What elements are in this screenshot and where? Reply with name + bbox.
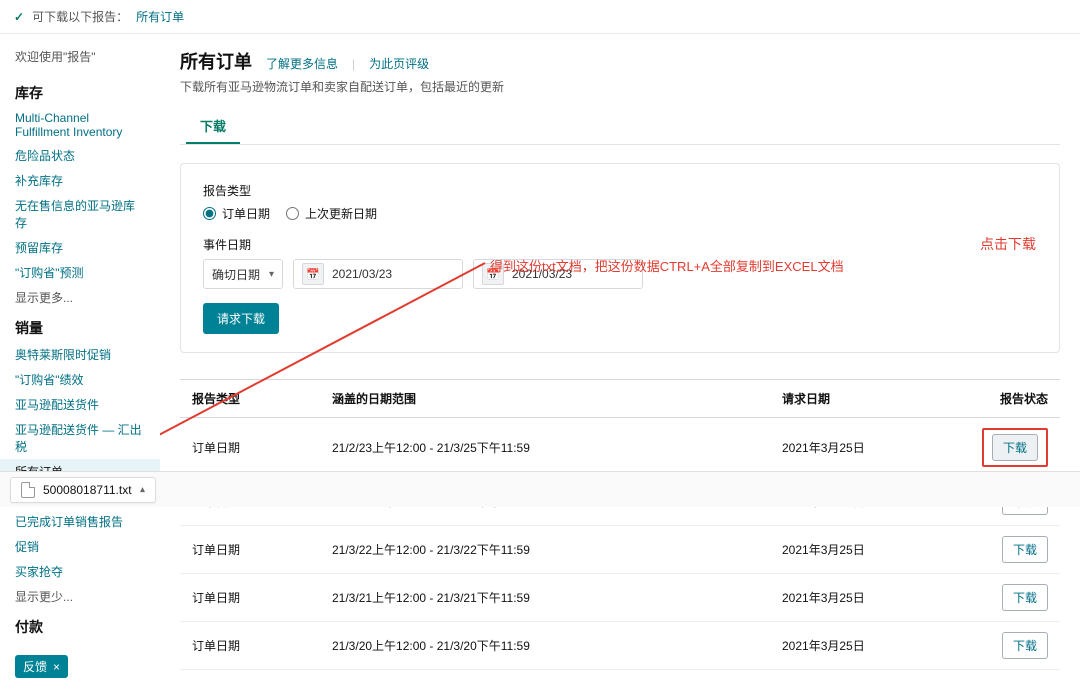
tabs: 下载	[180, 109, 1060, 145]
download-button[interactable]: 下载	[1002, 632, 1048, 659]
report-type-label: 报告类型	[203, 182, 1037, 199]
sidebar-item-show-more[interactable]: 显示更多...	[0, 285, 160, 310]
cell-type: 订单日期	[180, 526, 320, 574]
sidebar-heading-payment: 付款	[0, 609, 160, 641]
sidebar-item-show-less[interactable]: 显示更少...	[0, 584, 160, 609]
sidebar-item-completed-sales[interactable]: 已完成订单销售报告	[0, 509, 160, 534]
table-header-row: 报告类型 涵盖的日期范围 请求日期 报告状态	[180, 380, 1060, 418]
table-row: 订单日期 21/3/22上午12:00 - 21/3/22下午11:59 202…	[180, 526, 1060, 574]
check-icon: ✓	[14, 10, 24, 24]
sidebar-item-fba-shipment-tax[interactable]: 亚马逊配送货件 — 汇出税	[0, 417, 160, 459]
cell-type: 订单日期	[180, 622, 320, 670]
radio-order-date-input[interactable]	[203, 207, 216, 220]
feedback-chip[interactable]: 反馈 ×	[15, 655, 68, 678]
th-range: 涵盖的日期范围	[320, 380, 770, 418]
sidebar-item-subscribe-perf[interactable]: "订购省"绩效	[0, 367, 160, 392]
sidebar-heading-sales: 销量	[0, 310, 160, 342]
calendar-icon: 📅	[302, 263, 324, 285]
radio-update-date[interactable]: 上次更新日期	[286, 205, 377, 222]
feedback-label: 反馈	[23, 658, 47, 675]
download-chip[interactable]: 50008018711.txt ▾	[10, 477, 156, 503]
date-from-value: 2021/03/23	[332, 267, 392, 281]
notice-link[interactable]: 所有订单	[136, 8, 184, 25]
cell-status: 下载	[930, 622, 1060, 670]
top-notice-bar: ✓ 可下载以下报告： 所有订单	[0, 0, 1080, 34]
annotation-note: 得到这份txt文档，把这份数据CTRL+A全部复制到EXCEL文档	[490, 256, 844, 275]
radio-order-date[interactable]: 订单日期	[203, 205, 270, 222]
chevron-up-icon[interactable]: ▾	[140, 484, 145, 495]
notice-text: 可下载以下报告：	[32, 8, 128, 25]
page-title: 所有订单	[180, 48, 252, 74]
radio-update-date-input[interactable]	[286, 207, 299, 220]
cell-range: 21/3/21上午12:00 - 21/3/21下午11:59	[320, 574, 770, 622]
file-icon	[21, 482, 35, 498]
cell-range: 21/3/20上午12:00 - 21/3/20下午11:59	[320, 622, 770, 670]
link-learn-more[interactable]: 了解更多信息	[266, 55, 338, 72]
annotation-click: 点击下载	[980, 234, 1036, 254]
sidebar-item-outlet[interactable]: 奥特莱斯限时促销	[0, 342, 160, 367]
date-mode-value: 确切日期	[212, 266, 260, 283]
cell-req: 2021年3月25日	[770, 418, 930, 478]
sidebar-item-restock[interactable]: 补充库存	[0, 168, 160, 193]
table-row: 订单日期 21/2/23上午12:00 - 21/3/25下午11:59 202…	[180, 418, 1060, 478]
event-date-label: 事件日期	[203, 236, 1037, 253]
close-icon[interactable]: ×	[53, 660, 60, 674]
table-row: 订单日期 21/3/21上午12:00 - 21/3/21下午11:59 202…	[180, 574, 1060, 622]
sidebar-heading-inventory: 库存	[0, 75, 160, 107]
sidebar-item-subscribe-forecast[interactable]: "订购省"预测	[0, 260, 160, 285]
cell-type: 订单日期	[180, 418, 320, 478]
cell-status: 下载	[930, 526, 1060, 574]
radio-order-date-label: 订单日期	[222, 205, 270, 222]
content-area: 所有订单 了解更多信息 | 为此页评级 下载所有亚马逊物流订单和卖家自配送订单，…	[160, 34, 1080, 696]
sidebar: 欢迎使用"报告" 库存 Multi-Channel Fulfillment In…	[0, 34, 160, 696]
cell-req: 2021年3月25日	[770, 526, 930, 574]
cell-req: 2021年3月25日	[770, 622, 930, 670]
cell-range: 21/2/23上午12:00 - 21/3/25下午11:59	[320, 418, 770, 478]
download-button[interactable]: 下载	[1002, 584, 1048, 611]
sidebar-item-reserved[interactable]: 预留库存	[0, 235, 160, 260]
th-status: 报告状态	[930, 380, 1060, 418]
link-rate-page[interactable]: 为此页评级	[369, 55, 429, 72]
browser-download-bar: 50008018711.txt ▾	[0, 471, 1080, 507]
sidebar-item-buyer-snatch[interactable]: 买家抢夺	[0, 559, 160, 584]
sidebar-item-mcf-inventory[interactable]: Multi-Channel Fulfillment Inventory	[0, 107, 160, 143]
radio-update-date-label: 上次更新日期	[305, 205, 377, 222]
divider: |	[352, 57, 355, 71]
download-button[interactable]: 下载	[1002, 536, 1048, 563]
cell-status: 下载	[930, 574, 1060, 622]
date-from-input[interactable]: 📅 2021/03/23	[293, 259, 463, 289]
cell-range: 21/3/22上午12:00 - 21/3/22下午11:59	[320, 526, 770, 574]
download-filename: 50008018711.txt	[43, 483, 132, 497]
sidebar-item-hazmat[interactable]: 危险品状态	[0, 143, 160, 168]
page-subtitle: 下载所有亚马逊物流订单和卖家自配送订单，包括最近的更新	[180, 78, 1060, 95]
th-request-date: 请求日期	[770, 380, 930, 418]
th-type: 报告类型	[180, 380, 320, 418]
sidebar-welcome: 欢迎使用"报告"	[0, 48, 160, 75]
sidebar-item-fba-shipment[interactable]: 亚马逊配送货件	[0, 392, 160, 417]
highlight-box: 下载	[982, 428, 1048, 467]
tab-download[interactable]: 下载	[186, 109, 240, 144]
request-download-button[interactable]: 请求下载	[203, 303, 279, 334]
cell-status: 下载	[930, 418, 1060, 478]
table-row: 订单日期 21/3/20上午12:00 - 21/3/20下午11:59 202…	[180, 622, 1060, 670]
cell-type: 订单日期	[180, 574, 320, 622]
reports-table: 报告类型 涵盖的日期范围 请求日期 报告状态 订单日期 21/2/23上午12:…	[180, 379, 1060, 670]
sidebar-item-no-sale-info[interactable]: 无在售信息的亚马逊库存	[0, 193, 160, 235]
download-button[interactable]: 下载	[992, 434, 1038, 461]
chevron-down-icon: ▾	[269, 269, 274, 280]
cell-req: 2021年3月25日	[770, 574, 930, 622]
sidebar-item-promo[interactable]: 促销	[0, 534, 160, 559]
date-mode-select[interactable]: 确切日期 ▾	[203, 259, 283, 289]
